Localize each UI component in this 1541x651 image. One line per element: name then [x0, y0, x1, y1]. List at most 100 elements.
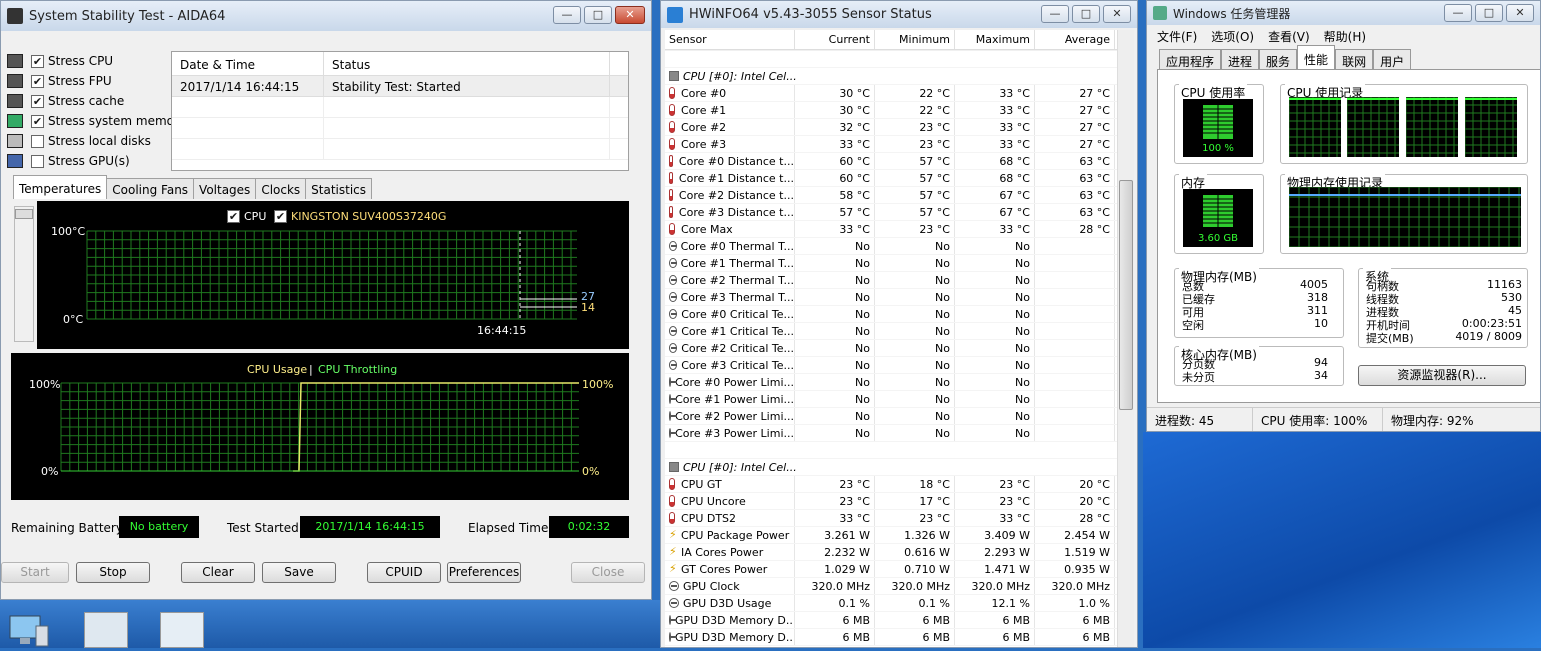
tab-networking[interactable]: 联网 [1335, 49, 1374, 69]
table-row[interactable]: ⚡ GT Cores Power 1.029 W 0.710 W 1.471 W 0.93… [665, 561, 1117, 578]
stress-cpu-option[interactable]: ✔ Stress CPU [7, 51, 186, 71]
sensor-maximum: 23 °C [955, 476, 1035, 492]
table-row[interactable]: CPU GT 23 °C 18 °C 23 °C 20 °C [665, 476, 1117, 493]
sensor-maximum: No [955, 425, 1035, 441]
table-row[interactable]: Core #0 30 °C 22 °C 33 °C 27 °C [665, 85, 1117, 102]
close-window-button[interactable]: ✕ [1506, 4, 1534, 22]
sensor-scrollbar[interactable] [1117, 30, 1134, 647]
sensor-group-header[interactable]: CPU [#0]: Intel Cel... [665, 459, 1117, 476]
table-row[interactable]: Core #1 30 °C 22 °C 33 °C 27 °C [665, 102, 1117, 119]
menu-view[interactable]: 查看(V) [1268, 28, 1310, 44]
menu-options[interactable]: 选项(O) [1211, 28, 1254, 44]
aida64-titlebar[interactable]: System Stability Test - AIDA64 — □ ✕ [1, 1, 651, 31]
stress-fpu-option[interactable]: ✔ Stress FPU [7, 71, 186, 91]
scrollbar-thumb[interactable] [1119, 180, 1133, 410]
table-row[interactable]: Core #0 Critical Te... No No No [665, 306, 1117, 323]
col-minimum[interactable]: Minimum [875, 30, 955, 49]
tab-clocks[interactable]: Clocks [255, 178, 307, 199]
tab-performance[interactable]: 性能 [1297, 45, 1336, 69]
table-row[interactable]: Core #1 Power Limi... No No No [665, 391, 1117, 408]
table-row[interactable]: GPU D3D Usage 0.1 % 0.1 % 12.1 % 1.0 % [665, 595, 1117, 612]
close-button[interactable]: Close [571, 562, 645, 583]
table-row[interactable]: Core #2 Critical Te... No No No [665, 340, 1117, 357]
tab-processes[interactable]: 进程 [1221, 49, 1260, 69]
table-row[interactable]: Core #0 Distance t... 60 °C 57 °C 68 °C 63 °… [665, 153, 1117, 170]
table-row[interactable]: Core #0 Power Limi... No No No [665, 374, 1117, 391]
legend-disk-checkbox[interactable]: ✔ [274, 210, 287, 223]
tab-cooling-fans[interactable]: Cooling Fans [106, 178, 195, 199]
log-header-status[interactable]: Status [324, 52, 610, 75]
table-row[interactable]: Core Max 33 °C 23 °C 33 °C 28 °C [665, 221, 1117, 238]
tab-temperatures[interactable]: Temperatures [13, 175, 108, 199]
table-row[interactable]: ⚡ IA Cores Power 2.232 W 0.616 W 2.293 W 1.51… [665, 544, 1117, 561]
table-row[interactable]: Core #2 32 °C 23 °C 33 °C 27 °C [665, 119, 1117, 136]
stress-gpu-checkbox[interactable] [31, 154, 44, 168]
table-row[interactable]: GPU D3D Memory D... 6 MB 6 MB 6 MB 6 MB [665, 612, 1117, 629]
hwinfo-titlebar[interactable]: HWiNFO64 v5.43-3055 Sensor Status — □ ✕ [661, 1, 1137, 28]
col-maximum[interactable]: Maximum [955, 30, 1035, 49]
tab-statistics[interactable]: Statistics [305, 178, 373, 199]
stress-cpu-checkbox[interactable]: ✔ [31, 54, 44, 68]
sensor-group-header[interactable]: CPU [#0]: Intel Cel... [665, 68, 1117, 85]
table-row[interactable]: CPU Uncore 23 °C 17 °C 23 °C 20 °C [665, 493, 1117, 510]
tab-voltages[interactable]: Voltages [193, 178, 257, 199]
preferences-button[interactable]: Preferences [447, 562, 521, 583]
legend-cpu-checkbox[interactable]: ✔ [227, 210, 240, 223]
maximize-button[interactable]: □ [1072, 5, 1100, 23]
maximize-button[interactable]: □ [1475, 4, 1503, 22]
computer-desktop-icon[interactable] [6, 612, 50, 648]
table-row[interactable]: Core #3 Distance t... 57 °C 57 °C 67 °C 63 °… [665, 204, 1117, 221]
table-row[interactable]: GPU Clock 320.0 MHz 320.0 MHz 320.0 MHz 320.… [665, 578, 1117, 595]
table-row[interactable]: Core #0 Thermal T... No No No [665, 238, 1117, 255]
table-row[interactable]: Core #3 Power Limi... No No No [665, 425, 1117, 442]
table-row[interactable]: Core #3 Thermal T... No No No [665, 289, 1117, 306]
col-average[interactable]: Average [1035, 30, 1115, 49]
stress-fpu-checkbox[interactable]: ✔ [31, 74, 44, 88]
desktop-thumbnail-icon-1[interactable] [84, 612, 128, 648]
maximize-button[interactable]: □ [584, 6, 612, 24]
stop-button[interactable]: Stop [76, 562, 150, 583]
clear-button[interactable]: Clear [181, 562, 255, 583]
stress-memory-option[interactable]: ✔ Stress system memory [7, 111, 186, 131]
table-row[interactable]: CPU DTS2 33 °C 23 °C 33 °C 28 °C [665, 510, 1117, 527]
menu-help[interactable]: 帮助(H) [1324, 28, 1366, 44]
graph-scrollbar[interactable] [14, 206, 34, 342]
stress-cache-checkbox[interactable]: ✔ [31, 94, 44, 108]
table-row[interactable]: Core #1 Critical Te... No No No [665, 323, 1117, 340]
stress-disks-option[interactable]: Stress local disks [7, 131, 186, 151]
chip-icon [669, 71, 679, 81]
scrollbar-thumb[interactable] [15, 209, 33, 219]
table-row[interactable]: Core #2 Thermal T... No No No [665, 272, 1117, 289]
table-row[interactable]: Core #1 Thermal T... No No No [665, 255, 1117, 272]
desktop-thumbnail-icon-2[interactable] [160, 612, 204, 648]
table-row[interactable]: Core #2 Distance t... 58 °C 57 °C 67 °C 63 °… [665, 187, 1117, 204]
col-current[interactable]: Current [795, 30, 875, 49]
log-header-datetime[interactable]: Date & Time [172, 52, 324, 75]
resource-monitor-button[interactable]: 资源监视器(R)... [1358, 365, 1526, 386]
start-button[interactable]: Start [1, 562, 69, 583]
minimize-button[interactable]: — [553, 6, 581, 24]
save-button[interactable]: Save [262, 562, 336, 583]
close-window-button[interactable]: ✕ [615, 6, 645, 24]
close-window-button[interactable]: ✕ [1103, 5, 1131, 23]
stress-cache-option[interactable]: ✔ Stress cache [7, 91, 186, 111]
table-row[interactable]: Core #3 33 °C 23 °C 33 °C 27 °C [665, 136, 1117, 153]
table-row[interactable]: Core #3 Critical Te... No No No [665, 357, 1117, 374]
col-sensor[interactable]: Sensor [665, 30, 795, 49]
stress-gpu-option[interactable]: Stress GPU(s) [7, 151, 186, 171]
taskmgr-titlebar[interactable]: Windows 任务管理器 — □ ✕ [1147, 1, 1540, 25]
stress-memory-checkbox[interactable]: ✔ [31, 114, 44, 128]
table-row[interactable]: Core #2 Power Limi... No No No [665, 408, 1117, 425]
table-row[interactable]: GPU D3D Memory D... 6 MB 6 MB 6 MB 6 MB [665, 629, 1117, 646]
stress-disks-checkbox[interactable] [31, 134, 44, 148]
minimize-button[interactable]: — [1041, 5, 1069, 23]
tab-services[interactable]: 服务 [1259, 49, 1298, 69]
tab-users[interactable]: 用户 [1373, 49, 1412, 69]
cpuid-button[interactable]: CPUID [367, 562, 441, 583]
minimize-button[interactable]: — [1444, 4, 1472, 22]
table-row[interactable]: ⚡ CPU Package Power 3.261 W 1.326 W 3.409 W2… [665, 527, 1117, 544]
table-row[interactable]: 2017/1/14 16:44:15 Stability Test: Start… [172, 76, 628, 97]
tab-applications[interactable]: 应用程序 [1159, 49, 1222, 69]
menu-file[interactable]: 文件(F) [1157, 28, 1197, 44]
table-row[interactable]: Core #1 Distance t... 60 °C 57 °C 68 °C 63 °… [665, 170, 1117, 187]
